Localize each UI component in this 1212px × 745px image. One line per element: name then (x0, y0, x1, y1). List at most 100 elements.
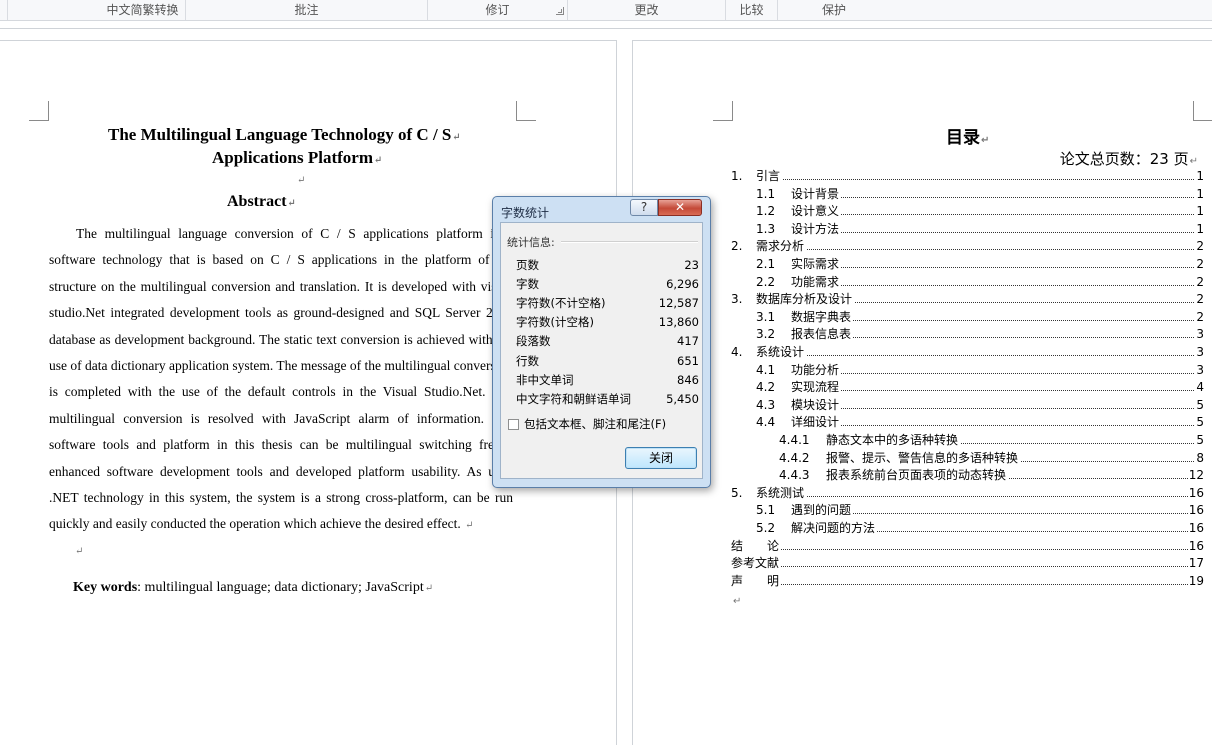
toc-entry-title: 设计意义 (791, 203, 842, 220)
crop-mark (29, 101, 49, 121)
left-page-top-edge (0, 40, 616, 41)
toc-entry[interactable]: 3.2 报表信息表 3 (731, 326, 1204, 343)
stat-value: 5,450 (666, 391, 699, 406)
toc-leader-dots (801, 407, 1194, 409)
help-icon[interactable]: ? (630, 199, 658, 216)
toc-entry-number: 4.2 (756, 380, 776, 395)
toc-entry[interactable]: 结 论 16 (731, 537, 1204, 554)
include-textboxes-checkbox-row[interactable]: 包括文本框、脚注和尾注(F) (508, 416, 666, 432)
toc-entry-number: 4.3 (756, 397, 776, 412)
paragraph-mark: ↵ (75, 546, 84, 557)
ribbon-group-tracking[interactable]: 修订 (428, 0, 568, 20)
include-textboxes-checkbox[interactable] (508, 419, 519, 430)
toc-entry[interactable]: 4.2 实现流程 4 (731, 379, 1204, 396)
crop-mark (713, 101, 733, 121)
toc-leader-dots (801, 319, 1194, 321)
toc-entry[interactable]: 1.1 设计背景 1 (731, 185, 1204, 202)
stat-row: 字符数(不计空格) 12,587 (516, 294, 699, 312)
toc-entry-number: 3.1 (756, 309, 776, 324)
toc-entry-page: 1 (1195, 203, 1204, 220)
toc-entry-title: 参考文献 (731, 555, 782, 572)
stat-row: 字数 6,296 (516, 275, 699, 293)
toc-entry-number: 4.4.2 (779, 450, 810, 465)
toc-entry[interactable]: 4.3 模块设计 5 (731, 396, 1204, 413)
toc-entry-title: 结 论 (731, 537, 782, 554)
toc-entry[interactable]: 4.4.2 报警、提示、警告信息的多语种转换 8 (731, 449, 1204, 466)
toc-entry-number: 2.1 (756, 257, 776, 271)
toc-entry-title: 遇到的问题 (791, 502, 854, 519)
toc-entry-number: 4.4.1 (779, 433, 810, 447)
toc-entry-number: 1.1 (756, 186, 776, 201)
toc-entry[interactable]: 5. 系统测试 16 (731, 484, 1204, 501)
right-page-top-edge (632, 40, 1212, 41)
toc-entry-page: 16 (1187, 537, 1204, 554)
toc-entry[interactable]: 1. 引言 1 (731, 168, 1204, 184)
toc-entry[interactable]: 1.3 设计方法 1 (731, 220, 1204, 237)
toc-entry[interactable]: 参考文献 17 (731, 555, 1204, 572)
toc-entry[interactable]: 声 明 19 (731, 572, 1204, 589)
ribbon-group-language[interactable]: 言 (0, 0, 8, 20)
toc-leader-dots (766, 355, 1194, 356)
toc-leader-dots (801, 231, 1194, 233)
toc-entry[interactable]: 2.2 功能需求 2 (731, 273, 1204, 290)
toc-entry[interactable]: 3.1 数据字典表 2 (731, 308, 1204, 325)
tracking-dialog-launcher-icon[interactable] (556, 7, 564, 15)
toc-entry[interactable]: 4.4.1 静态文本中的多语种转换 5 (731, 432, 1204, 448)
toc-entry[interactable]: 5.2 解决问题的方法 16 (731, 520, 1204, 536)
toc-entry-number: 4. (731, 345, 743, 359)
toc-entry-title: 报警、提示、警告信息的多语种转换 (826, 449, 1021, 466)
toc-leader-dots (766, 179, 1194, 180)
toc-entry-title: 报表信息表 (791, 326, 854, 343)
toc-entry-page: 12 (1187, 467, 1204, 484)
toc-entry[interactable]: 4.4 详细设计 5 (731, 414, 1204, 431)
toc-entry-number: 1.2 (756, 204, 776, 219)
toc-entry[interactable]: 4.1 功能分析 3 (731, 361, 1204, 378)
stat-row: 非中文单词 846 (516, 371, 699, 389)
toc-leader-dots (801, 372, 1194, 374)
toc-entry[interactable]: 2.1 实际需求 2 (731, 256, 1204, 272)
toc-entry-title: 实际需求 (791, 256, 842, 272)
toc-entry[interactable]: 3. 数据库分析及设计 2 (731, 291, 1204, 308)
ribbon-group-chinese-conversion[interactable]: 中文简繁转换 (100, 0, 186, 20)
toc-entry-page: 5 (1195, 396, 1204, 413)
toc-entry-title: 报表系统前台页面表项的动态转换 (826, 467, 1009, 484)
toc-entry-page: 2 (1195, 291, 1204, 308)
stat-row: 行数 651 (516, 352, 699, 370)
toc-entry-page: 2 (1195, 256, 1204, 272)
total-page-count: 论文总页数：23 页↵ (1059, 150, 1198, 168)
close-button[interactable]: 关闭 (625, 447, 697, 469)
toc-entry-page: 2 (1195, 273, 1204, 290)
abstract-heading: Abstract↵ (227, 193, 296, 210)
toc-leader-dots (801, 337, 1194, 339)
toc-entry[interactable]: 4. 系统设计 3 (731, 344, 1204, 360)
stat-label: 段落数 (516, 334, 551, 349)
toc-entry-page: 1 (1195, 168, 1204, 184)
ribbon-group-comments[interactable]: 批注 (186, 0, 428, 20)
stat-label: 中文字符和朝鲜语单词 (516, 391, 631, 406)
toc-entry-number: 5.1 (756, 503, 776, 518)
toc-entry-title: 需求分析 (756, 238, 807, 255)
toc-entry-number: 3. (731, 292, 743, 307)
toc-entry-title: 模块设计 (791, 396, 842, 413)
toc-entry-title: 设计方法 (791, 220, 842, 237)
toc-entry[interactable]: 5.1 遇到的问题 16 (731, 502, 1204, 519)
toc-entry[interactable]: 2. 需求分析 2 (731, 238, 1204, 255)
toc-leader-dots (801, 390, 1194, 392)
toc-leader-dots (801, 196, 1194, 198)
english-title-line1: The Multilingual Language Technology of … (108, 125, 461, 144)
toc-entry-page: 4 (1195, 379, 1204, 396)
toc-entry-page: 3 (1195, 361, 1204, 378)
toc-entry-page: 3 (1195, 344, 1204, 360)
ribbon-group-bar: 言 中文简繁转换 批注 修订 更改 比较 保护 (0, 0, 1212, 21)
abstract-body: The multilingual language conversion of … (49, 226, 513, 532)
toc-entry-title: 解决问题的方法 (791, 520, 878, 536)
toc-entry[interactable]: 4.4.3 报表系统前台页面表项的动态转换 12 (731, 467, 1204, 484)
ribbon-group-changes[interactable]: 更改 (568, 0, 726, 20)
ribbon-group-compare[interactable]: 比较 (726, 0, 778, 20)
crop-mark (1193, 101, 1212, 121)
toc-entry[interactable]: 1.2 设计意义 1 (731, 203, 1204, 220)
ribbon-group-protect[interactable]: 保护 (778, 0, 890, 20)
close-icon[interactable]: ✕ (658, 199, 702, 216)
toc-entry-title: 功能分析 (791, 361, 842, 378)
stat-value: 846 (677, 372, 699, 387)
